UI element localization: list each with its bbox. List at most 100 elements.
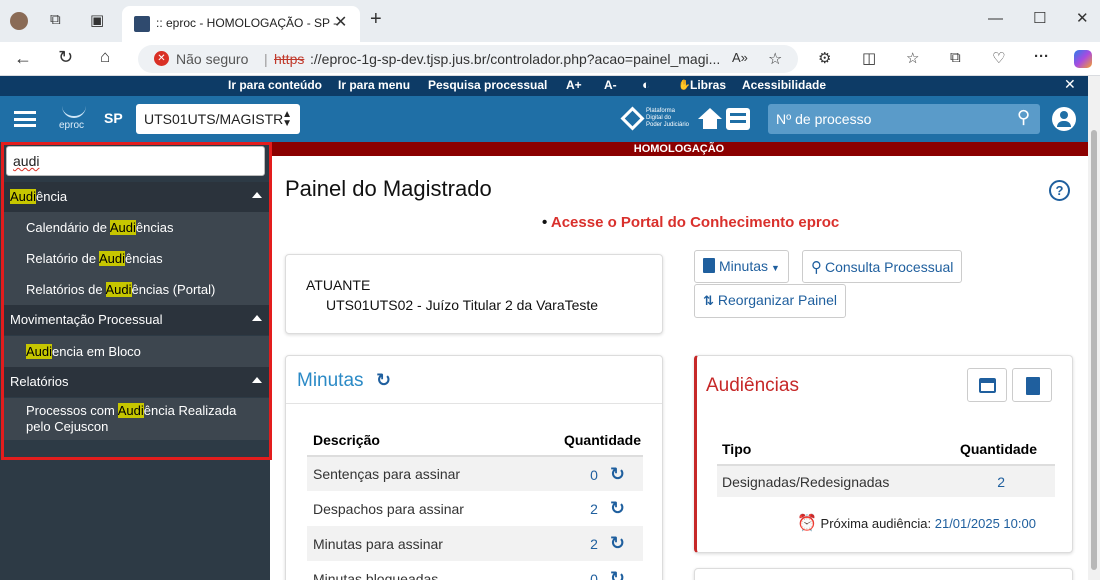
search-icon[interactable]: ⚲ bbox=[1017, 107, 1030, 128]
table-row: Designadas/Redesignadas 2 bbox=[717, 465, 1055, 497]
help-icon[interactable]: ? bbox=[1049, 180, 1070, 201]
libras-link[interactable]: Libras bbox=[690, 78, 726, 92]
font-decrease-link[interactable]: A- bbox=[604, 78, 617, 92]
search-results-highlight-box bbox=[1, 142, 272, 460]
platform-diamond-icon bbox=[620, 106, 645, 131]
portal-link-text: Acesse o Portal do Conhecimento eproc bbox=[550, 214, 840, 231]
minutas-dropdown-button[interactable]: Minutas ▼ bbox=[694, 250, 789, 283]
row-refresh-icon[interactable]: ↻ bbox=[610, 568, 625, 580]
extensions-icon[interactable]: ⚙ bbox=[818, 49, 831, 67]
eproc-favicon-icon bbox=[134, 16, 150, 32]
table-header-row: Descrição Quantidade bbox=[307, 424, 643, 456]
address-bar[interactable]: ✕ Não seguro | https ://eproc-1g-sp-dev.… bbox=[138, 45, 798, 73]
consulta-processual-button[interactable]: ⚲ Consulta Processual bbox=[802, 250, 963, 283]
row-quantity-link[interactable]: 2 bbox=[590, 501, 598, 517]
collections-icon[interactable]: ⧉ bbox=[950, 49, 961, 66]
more-menu-icon[interactable]: ··· bbox=[1034, 48, 1049, 65]
accessibility-bar: Ir para conteúdo Ir para menu Pesquisa p… bbox=[0, 76, 1088, 96]
accessibility-bar-close-icon[interactable]: ✕ bbox=[1064, 76, 1076, 93]
sort-arrows-icon: ⇅ bbox=[703, 293, 714, 308]
minutas-button-label: Minutas bbox=[719, 258, 769, 274]
portal-link[interactable]: • Acesse o Portal do Conhecimento eproc bbox=[542, 214, 839, 231]
caret-down-icon: ▼ bbox=[771, 263, 780, 273]
table-row: Despachos para assinar 2 ↻ bbox=[307, 491, 643, 526]
row-refresh-icon[interactable]: ↻ bbox=[610, 498, 625, 518]
environment-banner: HOMOLOGAÇÃO bbox=[270, 142, 1088, 156]
atuante-label: ATUANTE bbox=[306, 277, 371, 293]
window-close-icon[interactable]: ✕ bbox=[1076, 9, 1089, 27]
next-card-edge bbox=[694, 568, 1073, 580]
page-scrollbar[interactable] bbox=[1088, 76, 1100, 580]
not-secure-icon: ✕ bbox=[154, 51, 169, 66]
minutas-refresh-icon[interactable]: ↻ bbox=[376, 370, 391, 391]
reorganizar-painel-button[interactable]: ⇅ Reorganizar Painel bbox=[694, 284, 846, 318]
accessibility-link[interactable]: Acessibilidade bbox=[742, 78, 826, 92]
minimize-icon[interactable]: — bbox=[988, 10, 1003, 27]
new-tab-button[interactable]: + bbox=[370, 8, 382, 31]
user-account-icon[interactable] bbox=[1052, 107, 1076, 131]
browser-essentials-icon[interactable]: ♡ bbox=[992, 49, 1005, 67]
platform-logo[interactable]: Plataforma Digital do Poder Judiciário bbox=[620, 106, 696, 132]
table-row: Sentenças para assinar 0 ↻ bbox=[307, 456, 643, 491]
audiencias-card: Audiências Tipo Quantidade Designadas/Re… bbox=[694, 355, 1073, 553]
url-scheme: https bbox=[274, 51, 305, 67]
workspaces-icon[interactable]: ⧉ bbox=[50, 11, 61, 28]
user-profile-value: UTS01UTS/MAGISTR bbox=[144, 111, 284, 127]
contrast-icon[interactable]: ◐ bbox=[642, 77, 650, 92]
skip-to-menu-link[interactable]: Ir para menu bbox=[338, 78, 410, 92]
url-separator: | bbox=[264, 51, 268, 67]
state-label: SP bbox=[104, 110, 123, 126]
row-quantity-link[interactable]: 2 bbox=[997, 474, 1005, 490]
favorites-icon[interactable]: ☆ bbox=[906, 49, 919, 67]
profile-avatar[interactable] bbox=[10, 12, 28, 30]
row-refresh-icon[interactable]: ↻ bbox=[610, 533, 625, 553]
row-description: Minutas bloqueadas bbox=[313, 570, 439, 580]
eproc-logo[interactable]: eproc bbox=[56, 104, 92, 134]
favorite-star-icon[interactable]: ☆ bbox=[768, 49, 782, 69]
reload-icon[interactable]: ↻ bbox=[58, 47, 73, 68]
url-text: ://eproc-1g-sp-dev.tjsp.jus.br/controlad… bbox=[310, 51, 721, 67]
browser-tab[interactable]: :: eproc - HOMOLOGAÇÃO - SP - ✕ bbox=[122, 6, 360, 42]
row-description: Sentenças para assinar bbox=[313, 466, 461, 482]
copilot-icon[interactable] bbox=[1074, 50, 1092, 68]
hamburger-menu-icon[interactable] bbox=[14, 111, 36, 127]
font-increase-link[interactable]: A+ bbox=[566, 78, 582, 92]
platform-line-1: Plataforma bbox=[646, 108, 676, 114]
tab-title: :: eproc - HOMOLOGAÇÃO - SP - bbox=[156, 16, 338, 30]
minutas-card: Minutas ↻ Descrição Quantidade Sentenças… bbox=[285, 355, 663, 580]
atuante-card: ATUANTE UTS01UTS02 - Juízo Titular 2 da … bbox=[285, 254, 663, 334]
calendar-icon bbox=[979, 378, 996, 393]
user-profile-select[interactable]: UTS01UTS/MAGISTR ▲ ▼ bbox=[136, 104, 300, 134]
audiencias-table: Tipo Quantidade Designadas/Redesignadas … bbox=[717, 433, 1055, 497]
row-quantity-link[interactable]: 0 bbox=[590, 467, 598, 483]
home-icon[interactable] bbox=[698, 108, 722, 130]
eproc-logo-text: eproc bbox=[59, 120, 85, 131]
table-row: Minutas para assinar 2 ↻ bbox=[307, 526, 643, 561]
row-quantity-link[interactable]: 0 bbox=[590, 571, 598, 580]
row-tipo: Designadas/Redesignadas bbox=[722, 473, 890, 490]
inbox-icon[interactable] bbox=[726, 108, 750, 130]
page-title: Painel do Magistrado bbox=[285, 176, 492, 201]
home-icon[interactable]: ⌂ bbox=[100, 47, 110, 67]
maximize-icon[interactable]: ☐ bbox=[1033, 9, 1046, 27]
read-aloud-icon[interactable]: A» bbox=[732, 50, 748, 65]
row-quantity-link[interactable]: 2 bbox=[590, 536, 598, 552]
next-hearing: ⏰ Próxima audiência: 21/01/2025 10:00 bbox=[797, 513, 1036, 533]
process-number-input[interactable]: Nº de processo ⚲ bbox=[768, 104, 1040, 134]
report-button[interactable] bbox=[1012, 368, 1052, 402]
back-icon[interactable]: ← bbox=[14, 48, 32, 69]
split-screen-icon[interactable]: ◫ bbox=[862, 49, 876, 67]
audiencias-card-title: Audiências bbox=[706, 375, 799, 396]
process-search-link[interactable]: Pesquisa processual bbox=[428, 78, 547, 92]
process-number-placeholder: Nº de processo bbox=[776, 111, 872, 127]
tab-actions-icon[interactable]: ▣ bbox=[90, 11, 104, 29]
minutas-card-title: Minutas bbox=[297, 370, 364, 391]
row-refresh-icon[interactable]: ↻ bbox=[610, 464, 625, 484]
tab-close-icon[interactable]: ✕ bbox=[334, 12, 347, 32]
next-hearing-link[interactable]: 21/01/2025 10:00 bbox=[935, 516, 1036, 531]
skip-to-content-link[interactable]: Ir para conteúdo bbox=[228, 78, 322, 92]
calendar-button[interactable] bbox=[967, 368, 1007, 402]
app-header: eproc SP UTS01UTS/MAGISTR ▲ ▼ Plataforma … bbox=[0, 96, 1088, 142]
column-header-quantidade: Quantidade bbox=[959, 440, 1037, 457]
platform-line-2: Digital do bbox=[646, 115, 672, 121]
